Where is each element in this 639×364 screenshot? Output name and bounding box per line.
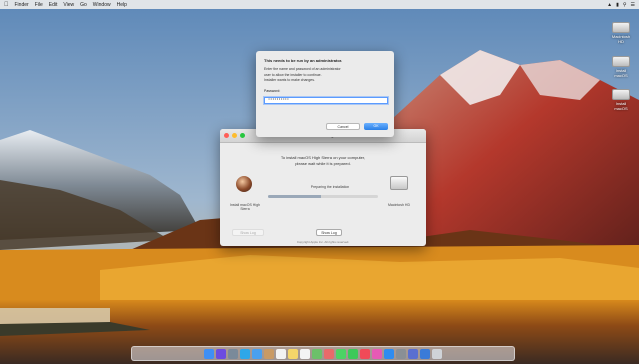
ok-button[interactable]: OK <box>364 123 388 130</box>
safari-icon[interactable] <box>240 348 250 359</box>
menu-item-go[interactable]: Go <box>80 2 87 8</box>
menu-item-help[interactable]: Help <box>117 2 127 8</box>
installer-footer: Copyright Apple Inc. All rights reserved… <box>296 240 350 244</box>
installer-app-label: Install macOS High Sierra <box>230 203 260 211</box>
desktop-disk-install-1[interactable]: Install macOS <box>611 56 631 78</box>
menu-item-file[interactable]: File <box>35 2 43 8</box>
downloads-icon[interactable] <box>420 348 430 359</box>
target-disk-label: Macintosh HD <box>388 203 410 207</box>
itunes-icon[interactable] <box>372 348 382 359</box>
auth-instructions-3: Installer wants to make changes. <box>264 78 315 82</box>
window-controls <box>224 133 245 138</box>
auth-instructions-2: user to allow the installer to continue. <box>264 73 322 77</box>
news-icon[interactable] <box>360 348 370 359</box>
notification-center-icon[interactable]: ☰ <box>631 2 635 8</box>
password-label: Password: <box>264 89 281 93</box>
notes-icon[interactable] <box>288 348 298 359</box>
trash-icon[interactable] <box>432 348 442 359</box>
disk-image-icon <box>612 89 630 100</box>
app-store-icon[interactable] <box>384 348 394 359</box>
messages-icon[interactable] <box>336 348 346 359</box>
spotlight-icon[interactable]: ⚲ <box>623 2 627 8</box>
auth-dialog: This needs to be run by an administrator… <box>256 51 394 137</box>
show-log-button[interactable]: Show Log <box>316 229 342 236</box>
close-button[interactable] <box>224 133 229 138</box>
dock <box>131 346 515 361</box>
menu-item-edit[interactable]: Edit <box>49 2 58 8</box>
maps-icon[interactable] <box>312 348 322 359</box>
calendar-icon[interactable] <box>276 348 286 359</box>
progress-label: Preparing the installation <box>310 185 350 189</box>
faded-button[interactable]: Show Log <box>232 229 264 236</box>
facetime-icon[interactable] <box>348 348 358 359</box>
password-field[interactable]: •••••••••• <box>264 97 388 104</box>
launchpad-icon[interactable] <box>228 348 238 359</box>
finder-icon[interactable] <box>204 348 214 359</box>
cancel-button[interactable]: Cancel <box>326 123 360 130</box>
contacts-icon[interactable] <box>264 348 274 359</box>
target-disk-icon <box>390 176 408 190</box>
battery-icon[interactable]: ▮ <box>616 2 619 8</box>
auth-heading: This needs to be run by an administrator… <box>264 58 343 63</box>
installer-window: Install macOS High Sierra To install mac… <box>220 129 426 246</box>
mail-icon[interactable] <box>252 348 262 359</box>
system-preferences-icon[interactable] <box>396 348 406 359</box>
progress-fill <box>268 195 321 198</box>
disk-image-icon <box>612 56 630 67</box>
menu-bar:  Finder File Edit View Go Window Help ▲… <box>0 0 639 9</box>
menu-item-finder[interactable]: Finder <box>15 2 29 8</box>
desktop-disk-install-2[interactable]: Install macOS <box>611 89 631 111</box>
apple-icon[interactable]:  <box>4 2 9 8</box>
reminders-icon[interactable] <box>300 348 310 359</box>
photos-icon[interactable] <box>324 348 334 359</box>
installer-app-icon <box>236 176 252 192</box>
wifi-icon[interactable]: ▲ <box>607 2 612 8</box>
hard-drive-icon <box>612 22 630 33</box>
menu-extras: ▲ ▮ ⚲ ☰ <box>607 2 635 8</box>
desktop:  Finder File Edit View Go Window Help ▲… <box>0 0 639 364</box>
siri-icon[interactable] <box>216 348 226 359</box>
auth-instructions-1: Enter the name and password of an admini… <box>264 67 341 71</box>
menu-item-view[interactable]: View <box>63 2 74 8</box>
installer-progress-bar <box>268 195 378 198</box>
installer-message-line2: please wait while it is prepared. <box>295 161 351 166</box>
desktop-disk-macintosh-hd[interactable]: Macintosh HD <box>611 22 631 44</box>
menu-item-window[interactable]: Window <box>93 2 111 8</box>
installer-icon[interactable] <box>408 348 418 359</box>
minimize-button[interactable] <box>232 133 237 138</box>
